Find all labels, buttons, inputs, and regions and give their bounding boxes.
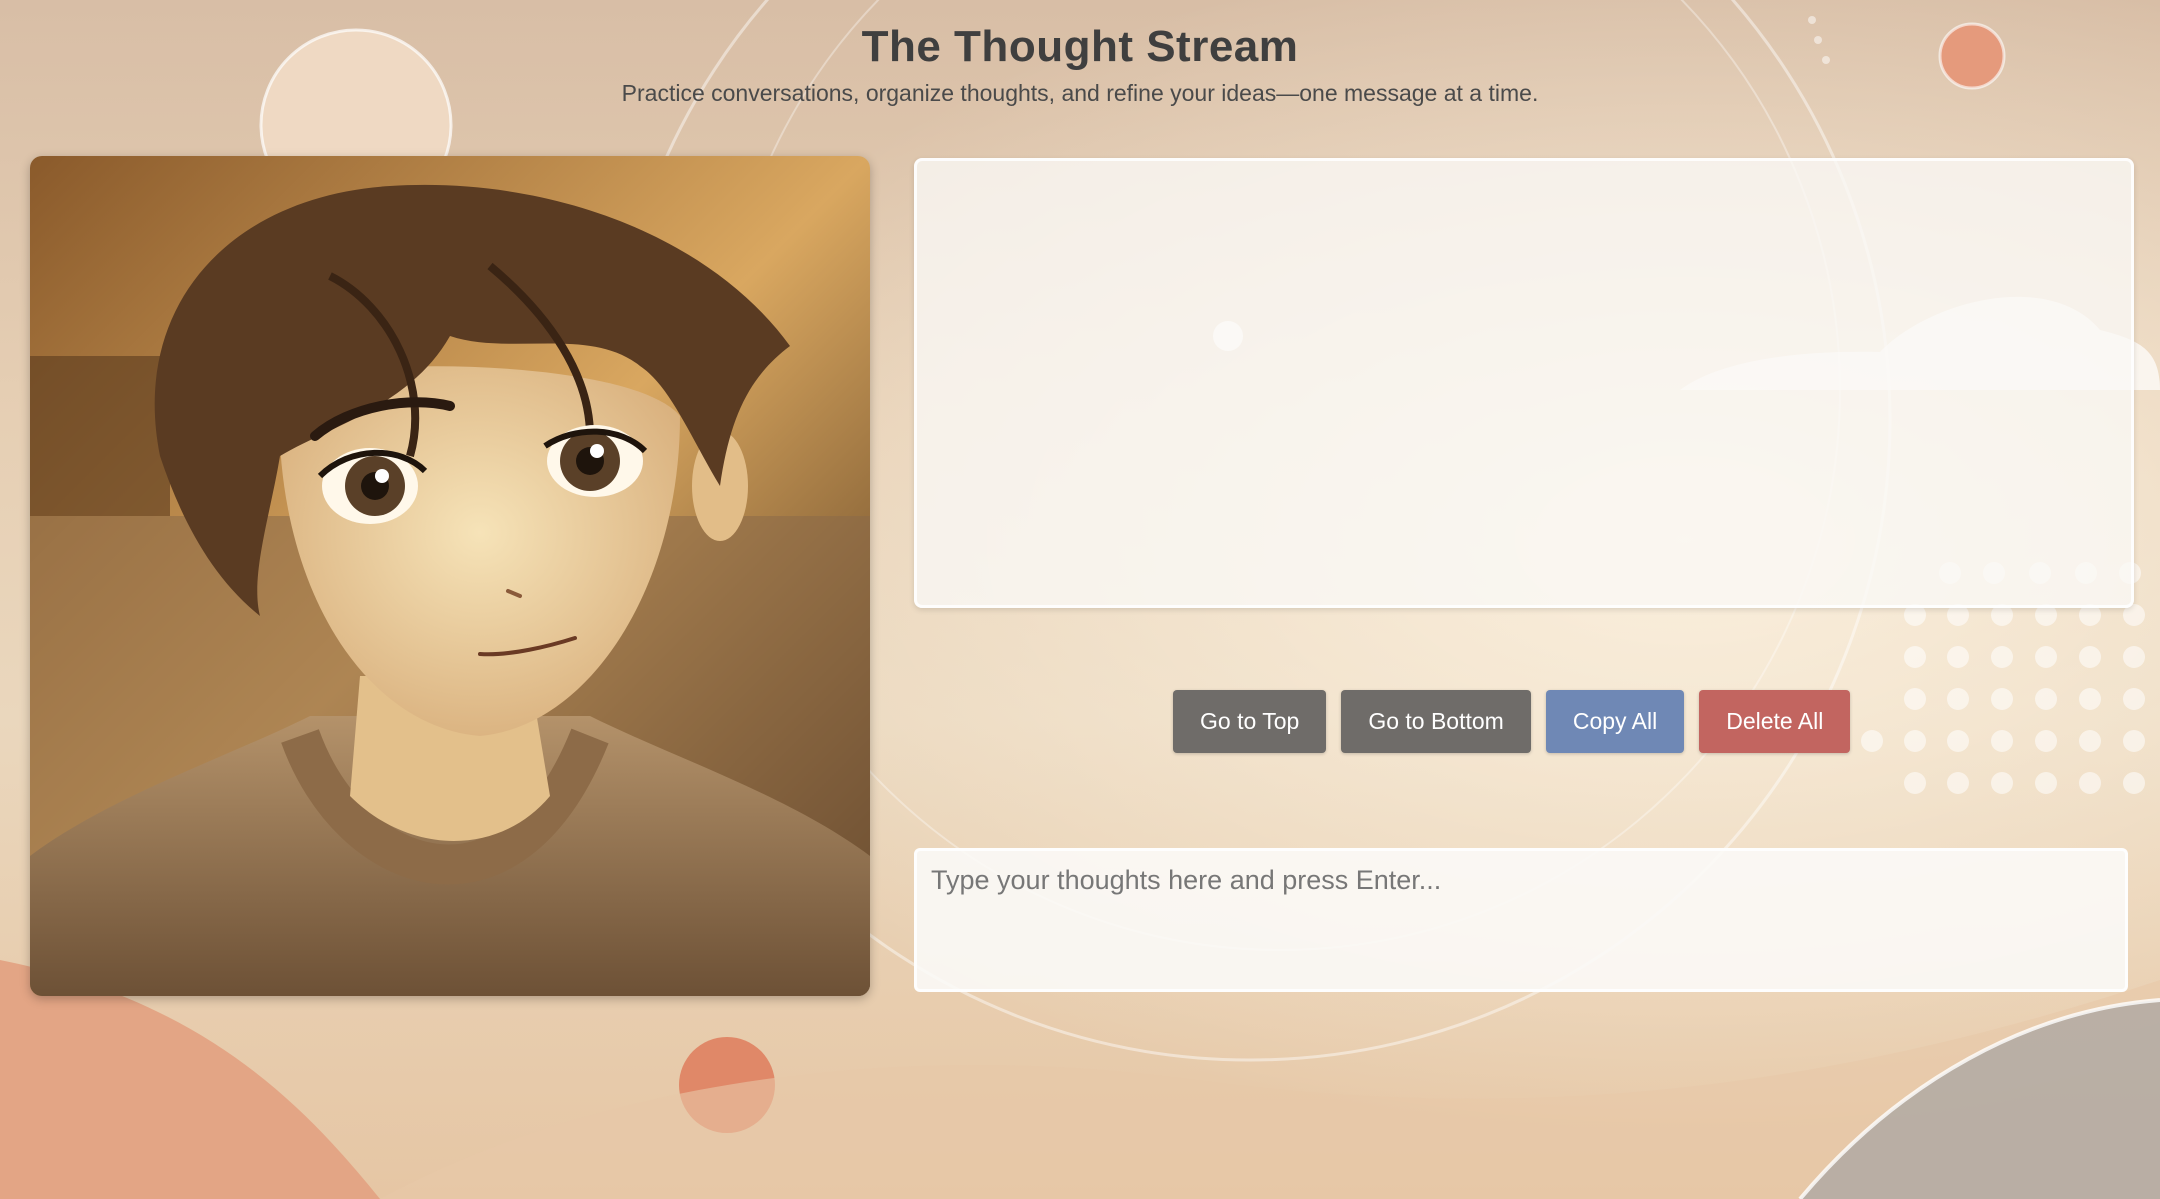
thought-input[interactable] [914,848,2128,992]
action-toolbar: Go to Top Go to Bottom Copy All Delete A… [1173,690,1851,753]
thought-input-container [914,848,2128,992]
go-to-bottom-button[interactable]: Go to Bottom [1341,690,1531,753]
page-header: The Thought Stream Practice conversation… [0,22,2160,107]
copy-all-button[interactable]: Copy All [1545,690,1685,753]
go-to-top-button[interactable]: Go to Top [1173,690,1327,753]
page-subtitle: Practice conversations, organize thought… [621,80,1539,106]
page-title: The Thought Stream [861,22,1299,71]
delete-all-button[interactable]: Delete All [1699,690,1851,753]
chat-log-panel[interactable] [914,158,2134,608]
character-portrait [30,156,870,996]
